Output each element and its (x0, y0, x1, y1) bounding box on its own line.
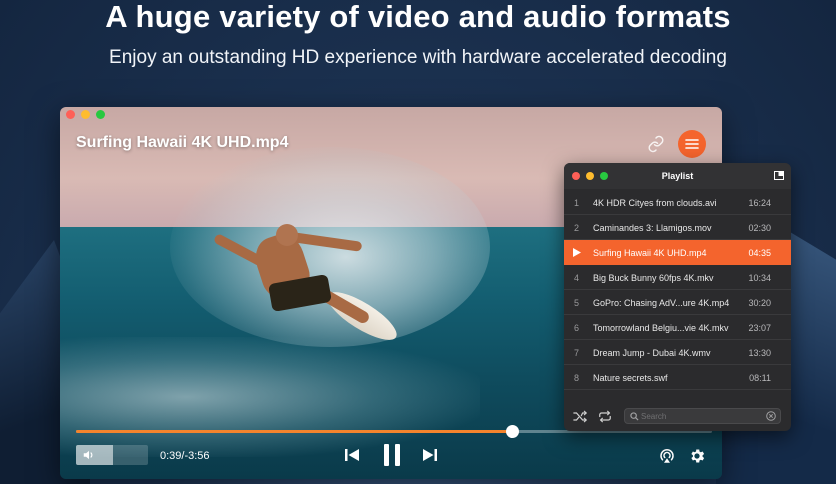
airplay-icon[interactable] (658, 447, 676, 465)
playlist-menu-button[interactable] (678, 130, 706, 158)
playlist-item[interactable]: 5 GoPro: Chasing AdV...ure 4K.mp4 30:20 (564, 290, 791, 315)
playlist-item-duration: 23:07 (748, 323, 771, 333)
minimize-window-button[interactable] (81, 110, 90, 119)
playlist-item-number: 4 (574, 273, 580, 283)
playlist-item-duration: 08:11 (749, 373, 771, 383)
playlist-item-title: Caminandes 3: Llamigos.mov (593, 223, 712, 233)
playlist-item-title: Surfing Hawaii 4K UHD.mp4 (593, 248, 707, 258)
window-controls (66, 110, 105, 119)
link-icon[interactable] (647, 135, 665, 153)
skip-forward-icon[interactable] (422, 447, 438, 463)
seek-bar-played (76, 430, 513, 433)
shuffle-icon[interactable] (573, 410, 587, 423)
now-playing-icon (573, 248, 581, 257)
playlist-panel: Playlist 1 4K HDR Cityes from clouds.avi 1… (564, 163, 791, 431)
playlist-item-title: Dream Jump - Dubai 4K.wmv (593, 348, 711, 358)
playlist-item-title: GoPro: Chasing AdV...ure 4K.mp4 (593, 298, 730, 308)
playlist-item-duration: 30:20 (748, 298, 771, 308)
playlist-item-duration: 04:35 (748, 248, 771, 258)
skip-back-icon[interactable] (344, 447, 360, 463)
playlist-item-duration: 10:34 (748, 273, 771, 283)
subheadline: Enjoy an outstanding HD experience with … (109, 47, 727, 68)
playlist-item-number: 5 (574, 298, 580, 308)
playlist-item-duration: 02:30 (748, 223, 771, 233)
volume-slider[interactable] (76, 445, 148, 465)
time-display: 0:39/-3:56 (160, 450, 210, 462)
clear-icon[interactable] (766, 411, 776, 421)
repeat-icon[interactable] (598, 410, 612, 423)
close-window-button[interactable] (66, 110, 75, 119)
playlist-item-number: 6 (574, 323, 580, 333)
playlist-item-number: 1 (574, 198, 580, 208)
playlist-item-number: 2 (574, 223, 580, 233)
playlist-items: 1 4K HDR Cityes from clouds.avi 16:24 2 Cami… (564, 190, 791, 390)
video-foam (60, 337, 480, 457)
playlist-item-number: 8 (574, 373, 580, 383)
gear-icon[interactable] (688, 447, 706, 465)
playlist-titlebar: Playlist (564, 163, 791, 189)
playlist-search-field[interactable] (624, 408, 781, 424)
playlist-item-title: 4K HDR Cityes from clouds.avi (593, 198, 717, 208)
playlist-item[interactable]: 7 Dream Jump - Dubai 4K.wmv 13:30 (564, 340, 791, 365)
playlist-footer (564, 403, 791, 431)
playlist-item-duration: 13:30 (748, 348, 771, 358)
headline: A huge variety of video and audio format… (105, 0, 731, 34)
playlist-item[interactable]: 6 Tomorrowland Belgiu...vie 4K.mkv 23:07 (564, 315, 791, 340)
video-title: Surfing Hawaii 4K UHD.mp4 (76, 134, 289, 151)
playlist-search-input[interactable] (641, 410, 761, 422)
hamburger-menu-icon (685, 139, 699, 149)
playlist-title: Playlist (661, 171, 694, 181)
playlist-item[interactable]: 2 Caminandes 3: Llamigos.mov 02:30 (564, 215, 791, 240)
playlist-item[interactable]: 1 4K HDR Cityes from clouds.avi 16:24 (564, 190, 791, 215)
pause-icon[interactable] (382, 443, 402, 467)
playlist-item-title: Tomorrowland Belgiu...vie 4K.mkv (593, 323, 729, 333)
picture-in-picture-icon[interactable] (774, 171, 784, 180)
playlist-item-title: Big Buck Bunny 60fps 4K.mkv (593, 273, 714, 283)
playlist-item[interactable]: 8 Nature secrets.swf 08:11 (564, 365, 791, 390)
playlist-item-title: Nature secrets.swf (593, 373, 668, 383)
search-icon (630, 412, 639, 421)
playlist-item-number: 7 (574, 348, 580, 358)
zoom-window-button[interactable] (96, 110, 105, 119)
video-surfer-head (276, 224, 298, 246)
speaker-icon (83, 450, 93, 460)
playlist-item[interactable]: Surfing Hawaii 4K UHD.mp4 04:35 (564, 240, 791, 265)
playlist-item-duration: 16:24 (748, 198, 771, 208)
playlist-item[interactable]: 4 Big Buck Bunny 60fps 4K.mkv 10:34 (564, 265, 791, 290)
